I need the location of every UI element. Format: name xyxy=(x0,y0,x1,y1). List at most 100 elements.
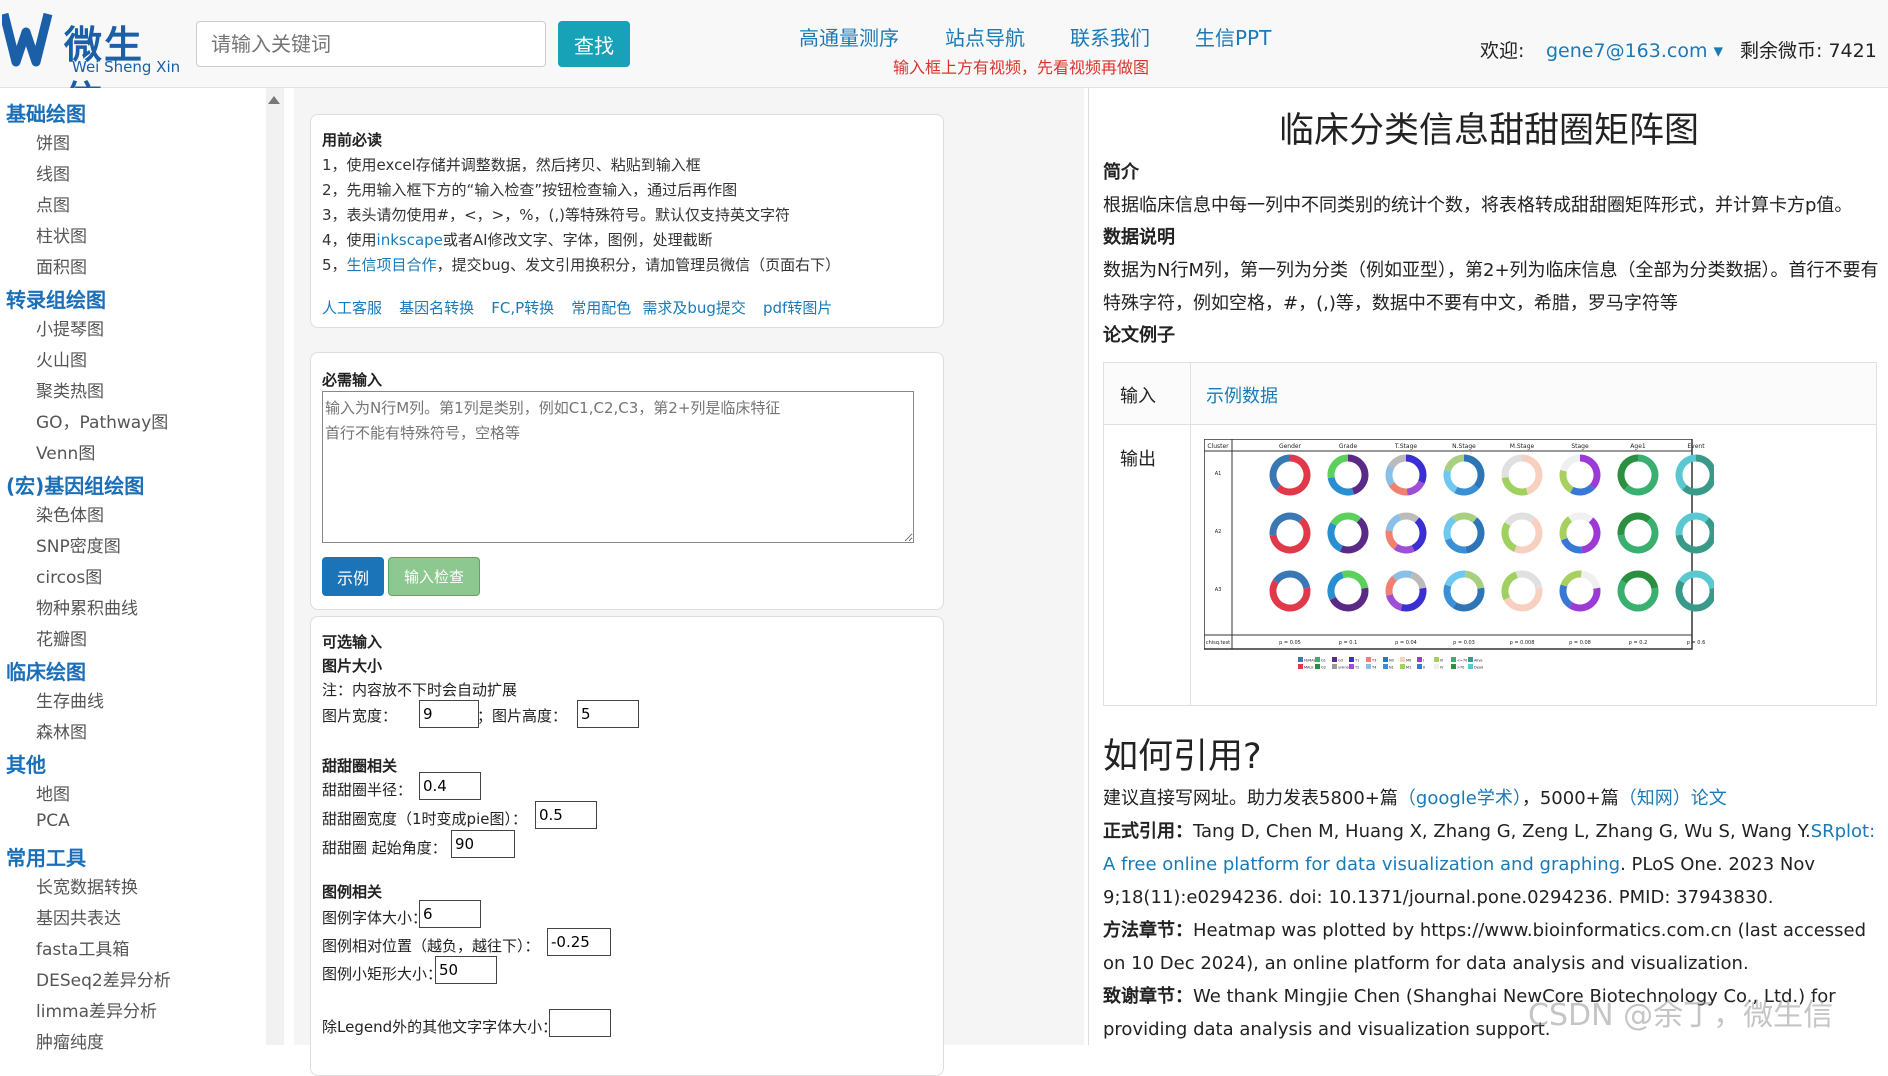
example-button[interactable]: 示例 xyxy=(322,557,384,596)
site-logo[interactable]: 微生信 Wei Sheng Xin xyxy=(0,8,182,122)
sidebar-item[interactable]: limma差异分析 xyxy=(36,997,157,1022)
legend-label: M0 xyxy=(1406,659,1411,663)
sidebar-item[interactable]: 饼图 xyxy=(36,129,70,154)
legend-label: Dead xyxy=(1474,666,1483,670)
user-dropdown[interactable]: gene7@163.com ▾ xyxy=(1546,40,1723,62)
angle-input[interactable] xyxy=(451,830,515,858)
sidebar-category[interactable]: (宏)基因组绘图 xyxy=(6,470,144,499)
sidebar-item[interactable]: 长宽数据转换 xyxy=(36,873,138,898)
legend-swatch xyxy=(1366,657,1371,662)
plot-col-label: Gender xyxy=(1279,443,1302,450)
example-data-link[interactable]: 示例数据 xyxy=(1206,382,1278,408)
sidebar-item[interactable]: PCA xyxy=(36,811,70,831)
link-bug-submit[interactable]: 需求及bug提交 xyxy=(642,299,746,317)
sidebar-item[interactable]: 花瓣图 xyxy=(36,625,87,650)
link-palette[interactable]: 常用配色 xyxy=(571,299,631,317)
nav-site-guide[interactable]: 站点导航 xyxy=(945,22,1025,51)
donut-segment xyxy=(1398,512,1420,523)
search-input[interactable] xyxy=(196,21,546,67)
link-customer-service[interactable]: 人工客服 xyxy=(322,299,382,317)
other-font-label: 除Legend外的其他文字字体大小： xyxy=(322,1018,558,1036)
height-input[interactable] xyxy=(577,700,639,728)
scroll-up-arrow-icon[interactable] xyxy=(268,96,280,104)
sidebar-item[interactable]: fasta工具箱 xyxy=(36,935,129,960)
donut-width-input[interactable] xyxy=(535,801,597,829)
sidebar-item[interactable]: 聚类热图 xyxy=(36,377,104,402)
legend-swatch xyxy=(1315,664,1320,669)
sidebar-category[interactable]: 转录组绘图 xyxy=(6,284,106,313)
nav-contact[interactable]: 联系我们 xyxy=(1070,22,1150,51)
legend-rect-input[interactable] xyxy=(435,956,497,984)
guide-line-4: 4，使用inkscape或者AI修改文字、字体，图例，处理截断 xyxy=(322,231,713,249)
sidebar-category[interactable]: 常用工具 xyxy=(6,842,86,871)
cnki-link[interactable]: （知网）论文 xyxy=(1619,788,1727,809)
sidebar-category[interactable]: 其他 xyxy=(6,749,46,778)
sidebar-item[interactable]: Venn图 xyxy=(36,439,95,464)
inkscape-link[interactable]: inkscape xyxy=(377,231,443,249)
plot-row-label: A3 xyxy=(1215,587,1222,593)
sidebar-item[interactable]: 点图 xyxy=(36,191,70,216)
sidebar-category[interactable]: 临床绘图 xyxy=(6,656,86,685)
sidebar-category[interactable]: 基础绘图 xyxy=(6,98,86,127)
plot-row-label: A1 xyxy=(1215,471,1222,477)
plot-row-label: A2 xyxy=(1215,529,1222,535)
sidebar-item[interactable]: 小提琴图 xyxy=(36,315,104,340)
form-column: 用前必读 1，使用excel存储并调整数据，然后拷贝、粘贴到输入框 2，先用输入… xyxy=(294,88,1084,1076)
sidebar-item[interactable]: DESeq2差异分析 xyxy=(36,966,171,991)
plot-pvalue: p = 0.2 xyxy=(1629,640,1648,646)
legend-swatch xyxy=(1434,657,1439,662)
plot-pvalue: p = 0.6 xyxy=(1687,640,1706,646)
plot-pvalue: p = 0.08 xyxy=(1569,640,1591,646)
plot-col-label: N.Stage xyxy=(1452,443,1476,450)
example-io-table: 输入 示例数据 输出 Cluster Gender Grade T.Stage N.St… xyxy=(1103,362,1877,706)
legend-swatch xyxy=(1298,664,1303,669)
sidebar-item[interactable]: 柱状图 xyxy=(36,222,87,247)
legend-swatch xyxy=(1451,657,1456,662)
sidebar-item[interactable]: SNP密度图 xyxy=(36,532,121,557)
legend-swatch xyxy=(1400,657,1405,662)
cite-heading: 如何引用? xyxy=(1103,737,1262,777)
output-label: 输出 xyxy=(1120,449,1156,470)
optional-title: 可选输入 xyxy=(322,633,383,651)
legend-label: IV xyxy=(1440,666,1444,670)
sidebar-item[interactable]: GO，Pathway图 xyxy=(36,408,168,433)
sidebar-item[interactable]: 面积图 xyxy=(36,253,87,278)
legend-label: T2 xyxy=(1354,666,1359,670)
sidebar-item[interactable]: 物种累积曲线 xyxy=(36,594,138,619)
link-fc-p-convert[interactable]: FC,P转换 xyxy=(491,299,554,317)
legend-font-input[interactable] xyxy=(419,900,481,928)
donut-segment xyxy=(1568,512,1594,523)
sidebar-item[interactable]: 生存曲线 xyxy=(36,687,104,712)
other-font-input[interactable] xyxy=(549,1009,611,1037)
legend-swatch xyxy=(1366,664,1371,669)
plot-col-label: Age1 xyxy=(1630,443,1646,450)
plot-pvalue: p = 0.008 xyxy=(1510,640,1535,646)
legend-label: II xyxy=(1423,666,1425,670)
width-input[interactable] xyxy=(419,700,479,728)
formal-citation: 正式引用：Tang D, Chen M, Huang X, Zhang G, Z… xyxy=(1103,821,1876,908)
donut-heading: 甜甜圈相关 xyxy=(322,757,398,775)
link-gene-convert[interactable]: 基因名转换 xyxy=(399,299,474,317)
sidebar-item[interactable]: circos图 xyxy=(36,563,102,588)
sidebar-item[interactable]: 肿瘤纯度 xyxy=(36,1028,104,1053)
sidebar-item[interactable]: 线图 xyxy=(36,160,70,185)
input-check-button[interactable]: 输入检查 xyxy=(388,557,480,596)
legend-label: G3 xyxy=(1338,659,1343,663)
sidebar-scrollbar[interactable] xyxy=(266,88,284,1045)
radius-input[interactable] xyxy=(419,772,481,800)
google-scholar-link[interactable]: （google学术） xyxy=(1398,788,1522,809)
link-pdf-to-image[interactable]: pdf转图片 xyxy=(763,299,832,317)
search-button[interactable]: 查找 xyxy=(558,21,630,67)
sidebar-item[interactable]: 森林图 xyxy=(36,718,87,743)
sidebar-item[interactable]: 基因共表达 xyxy=(36,904,121,929)
sidebar-item[interactable]: 地图 xyxy=(36,780,70,805)
nav-sequencing[interactable]: 高通量测序 xyxy=(799,22,899,51)
nav-ppt[interactable]: 生信PPT xyxy=(1195,22,1271,51)
sidebar-item[interactable]: 火山图 xyxy=(36,346,87,371)
plot-pvalue: chisq.test xyxy=(1206,640,1230,646)
sidebar-item[interactable]: 染色体图 xyxy=(36,501,104,526)
legend-pos-input[interactable] xyxy=(547,928,611,956)
project-cooperation-link[interactable]: 生信项目合作 xyxy=(347,256,437,274)
size-heading: 图片大小 xyxy=(322,657,383,675)
data-input-textarea[interactable] xyxy=(322,391,914,543)
